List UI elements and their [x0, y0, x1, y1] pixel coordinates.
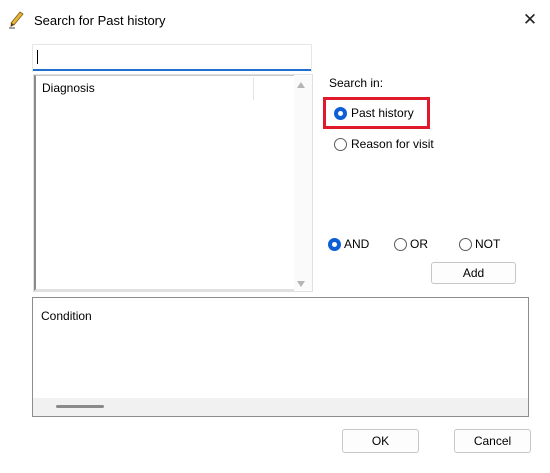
- search-in-label: Search in:: [329, 76, 384, 90]
- radio-label-past-history[interactable]: Past history: [351, 106, 414, 120]
- radio-label-not[interactable]: NOT: [475, 237, 500, 251]
- scroll-down-arrow-icon[interactable]: [297, 281, 305, 287]
- vertical-scrollbar[interactable]: [294, 76, 312, 290]
- column-divider[interactable]: [253, 78, 254, 100]
- radio-reason-for-visit[interactable]: [334, 138, 347, 151]
- condition-label: Condition: [41, 309, 92, 323]
- horizontal-scrollbar[interactable]: [33, 398, 528, 416]
- scroll-up-arrow-icon[interactable]: [297, 82, 305, 88]
- close-button[interactable]: ✕: [518, 9, 542, 31]
- radio-label-and[interactable]: AND: [344, 237, 369, 251]
- diagnosis-list-body[interactable]: [34, 75, 294, 291]
- radio-label-or[interactable]: OR: [410, 237, 428, 251]
- pencil-icon: [9, 11, 24, 29]
- column-header-diagnosis[interactable]: Diagnosis: [42, 81, 95, 95]
- ok-button[interactable]: OK: [342, 429, 419, 453]
- radio-past-history[interactable]: [334, 107, 347, 120]
- radio-and[interactable]: [328, 238, 341, 251]
- add-button[interactable]: Add: [431, 262, 516, 284]
- window-title: Search for Past history: [34, 13, 166, 28]
- horizontal-scroll-thumb[interactable]: [56, 405, 104, 408]
- radio-label-reason-for-visit[interactable]: Reason for visit: [351, 137, 434, 151]
- cancel-button[interactable]: Cancel: [454, 429, 531, 453]
- text-caret: [37, 50, 38, 64]
- radio-or[interactable]: [394, 238, 407, 251]
- search-input[interactable]: [33, 45, 311, 71]
- radio-not[interactable]: [459, 238, 472, 251]
